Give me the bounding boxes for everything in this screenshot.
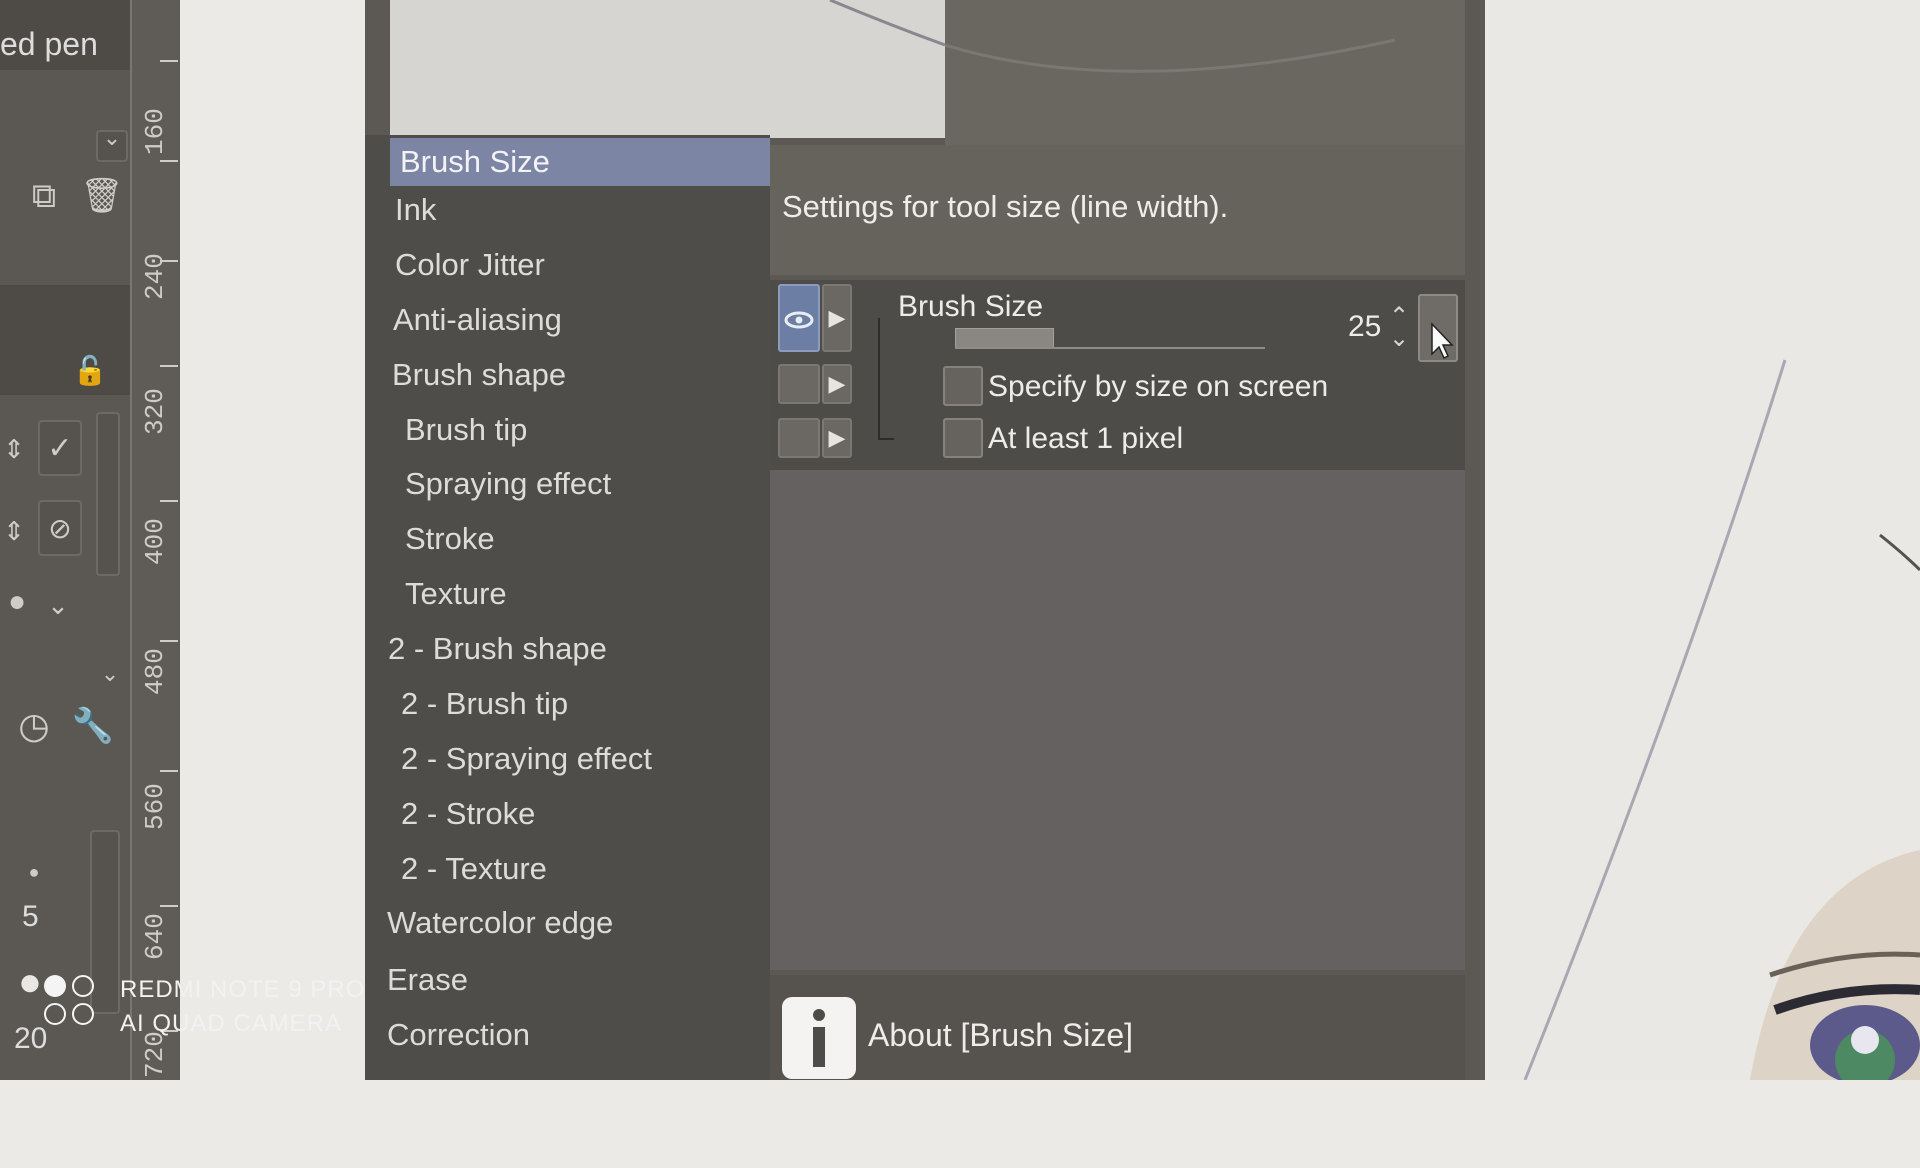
category-item-erase[interactable]: Erase <box>387 962 468 998</box>
pin-button[interactable] <box>1418 294 1458 362</box>
info-icon[interactable] <box>782 997 856 1079</box>
specify-size-on-screen-label: Specify by size on screen <box>988 370 1329 403</box>
category-item-2-spraying-effect[interactable]: 2 - Spraying effect <box>401 741 652 777</box>
tool-name-label: ed pen <box>0 26 98 62</box>
chevron-down-icon[interactable]: ⌄ <box>38 585 78 625</box>
spin-arrows-icon[interactable]: ⇕ <box>0 426 28 472</box>
category-item-brush-size[interactable]: Brush Size <box>390 138 770 186</box>
dot-icon: ● <box>28 861 40 882</box>
ruler-tick: 240 <box>140 253 170 300</box>
preview-side-area <box>944 0 1465 150</box>
ruler-mark <box>160 770 178 772</box>
visibility-toggle[interactable] <box>778 284 820 352</box>
play-arrow-icon: ▶ <box>828 425 846 450</box>
ruler-mark <box>160 905 178 907</box>
dropdown-button[interactable]: ⌄ <box>96 125 128 162</box>
wrench-icon[interactable]: 🔧 <box>68 702 118 750</box>
category-item-brush-tip[interactable]: Brush tip <box>405 412 527 448</box>
tree-connector <box>878 318 880 438</box>
camera-watermark-line2: AI QUAD CAMERA <box>120 1010 343 1037</box>
camera-watermark-line1: REDMI NOTE 9 PRO <box>120 976 366 1003</box>
slider-track <box>955 347 1265 349</box>
ruler-mark <box>160 160 178 162</box>
category-item-watercolor-edge[interactable]: Watercolor edge <box>387 905 613 941</box>
tool-palette: ed pen ⌄ ⧉ 🗑 🔓 ✓ ⇕ ⊘ ⇕ ● ⌄ ⌄ ◷ 🔧 ● 5 ● 2… <box>0 0 180 1080</box>
trash-icon[interactable]: 🗑 <box>80 172 124 220</box>
chevron-down-icon: ⌄ <box>102 125 122 150</box>
about-bar[interactable]: About [Brush Size] <box>770 975 1465 1080</box>
specify-size-on-screen-checkbox[interactable] <box>943 366 983 406</box>
category-item-2-stroke[interactable]: 2 - Stroke <box>401 796 535 832</box>
scrollbar[interactable] <box>96 412 120 576</box>
category-item-ink[interactable]: Ink <box>395 192 436 228</box>
spin-arrows-icon[interactable]: ⇕ <box>0 508 28 554</box>
setting-description: Settings for tool size (line width). <box>782 189 1229 224</box>
size-value-5: 5 <box>22 900 39 933</box>
description-panel: Settings for tool size (line width). <box>770 145 1465 275</box>
at-least-1-pixel-checkbox[interactable] <box>943 418 983 458</box>
category-item-2-brush-shape[interactable]: 2 - Brush shape <box>388 631 607 667</box>
no-entry-icon: ⊘ <box>48 512 72 544</box>
category-item-2-texture[interactable]: 2 - Texture <box>401 851 547 887</box>
ruler-tick: 320 <box>140 388 170 435</box>
tree-connector <box>878 438 894 440</box>
category-item-anti-aliasing[interactable]: Anti-aliasing <box>393 302 562 338</box>
eye-icon <box>784 311 814 329</box>
ruler-tick: 160 <box>140 108 170 155</box>
chevron-down-icon[interactable]: ⌄ <box>96 660 124 688</box>
category-item-spraying-effect[interactable]: Spraying effect <box>405 466 611 502</box>
category-item-stroke[interactable]: Stroke <box>405 521 495 557</box>
check-icon: ✓ <box>47 431 73 465</box>
brush-size-slider[interactable] <box>955 328 1265 349</box>
brush-stroke-preview <box>390 0 946 138</box>
spin-arrows-icon[interactable]: ⌃ ⌄ <box>1388 305 1410 351</box>
visibility-toggle[interactable] <box>778 418 820 458</box>
history-icon[interactable]: ◷ <box>10 702 58 750</box>
circle-icon: ● <box>7 585 27 618</box>
category-item-2-brush-tip[interactable]: 2 - Brush tip <box>401 686 568 722</box>
stroke-preview-curve <box>829 0 946 47</box>
category-item-texture[interactable]: Texture <box>405 576 507 612</box>
ruler-mark <box>160 260 178 262</box>
category-item-color-jitter[interactable]: Color Jitter <box>395 247 545 283</box>
visibility-toggle[interactable] <box>778 364 820 404</box>
tool-preview-panel <box>0 285 130 395</box>
clear-button[interactable]: ⊘ <box>38 500 82 556</box>
about-link[interactable]: About [Brush Size] <box>868 1017 1133 1054</box>
at-least-1-pixel-label: At least 1 pixel <box>988 422 1184 455</box>
stroke-preview-curve-right <box>944 38 1396 73</box>
play-arrow-icon: ▶ <box>828 305 846 330</box>
size-value-20: 20 <box>14 1022 48 1055</box>
ruler-tick: 720 <box>140 1031 170 1078</box>
slider-fill <box>955 328 1055 348</box>
brush-size-settings: ▶ ▶ ▶ Brush Size 25 ⌃ ⌄ Specify by size o… <box>770 280 1465 470</box>
camera-watermark-logo <box>44 975 100 1031</box>
ruler-mark <box>160 500 178 502</box>
expand-button[interactable]: ▶ <box>822 418 852 458</box>
brush-size-label: Brush Size <box>898 290 1044 323</box>
category-item-correction[interactable]: Correction <box>387 1017 530 1053</box>
ruler-mark <box>160 640 178 642</box>
ruler-tick: 80 <box>130 0 178 50</box>
mouse-cursor-icon <box>1431 322 1454 360</box>
brush-size-value[interactable]: 25 <box>1348 310 1381 344</box>
category-list[interactable]: Brush Size Ink Color Jitter Anti-aliasin… <box>365 135 770 1080</box>
duplicate-icon[interactable]: ⧉ <box>20 172 68 220</box>
canvas-sketch <box>1523 359 1920 1090</box>
drawing-canvas[interactable] <box>1485 0 1920 1090</box>
check-button[interactable]: ✓ <box>38 420 82 476</box>
play-arrow-icon: ▶ <box>828 371 846 396</box>
category-item-brush-shape[interactable]: Brush shape <box>392 357 566 393</box>
ruler-mark <box>160 60 178 62</box>
settings-empty-area <box>770 470 1465 970</box>
ruler-mark <box>160 365 178 367</box>
expand-button[interactable]: ▶ <box>822 364 852 404</box>
lock-icon[interactable]: 🔓 <box>70 350 110 390</box>
expand-button[interactable]: ▶ <box>822 284 852 352</box>
